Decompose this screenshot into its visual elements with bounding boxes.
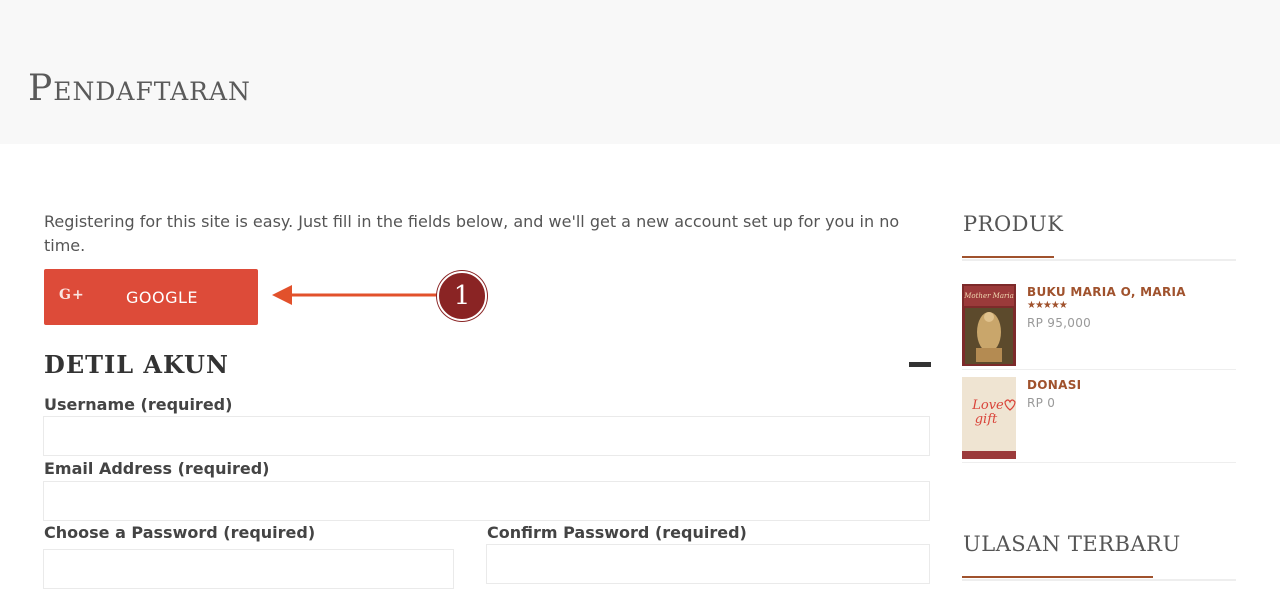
email-label: Email Address (required) xyxy=(44,459,270,478)
email-field[interactable] xyxy=(43,481,930,521)
step-number-badge: 1 xyxy=(437,271,487,321)
product-thumbnail[interactable]: Mother Maria xyxy=(962,284,1016,366)
svg-text:Mother Maria: Mother Maria xyxy=(963,292,1014,300)
svg-text:gift: gift xyxy=(975,412,998,427)
page-header: Pendaftaran xyxy=(0,0,1280,144)
sidebar-heading-reviews: ULASAN TERBARU xyxy=(963,532,1181,556)
username-label: Username (required) xyxy=(44,395,233,414)
heading-underline xyxy=(962,576,1153,578)
google-button-label: GOOGLE xyxy=(126,288,199,307)
product-name[interactable]: DONASI xyxy=(1027,378,1081,392)
product-price: RP 0 xyxy=(1027,396,1056,410)
google-login-button[interactable]: G+ GOOGLE xyxy=(44,269,258,325)
collapse-minus-icon[interactable] xyxy=(909,362,931,367)
star-rating: ★★★★★ xyxy=(1027,300,1068,311)
username-field[interactable] xyxy=(43,416,930,456)
arrow-left-icon xyxy=(272,285,438,305)
google-plus-icon: G+ xyxy=(59,287,85,303)
intro-text: Registering for this site is easy. Just … xyxy=(44,212,900,255)
product-thumbnail[interactable]: Love gift xyxy=(962,377,1016,459)
password-label: Choose a Password (required) xyxy=(44,523,316,542)
sidebar-heading-products: PRODUK xyxy=(963,212,1064,236)
password-field[interactable] xyxy=(43,549,454,589)
page-title: Pendaftaran xyxy=(28,68,251,109)
product-name[interactable]: BUKU MARIA O, MARIA xyxy=(1027,285,1186,299)
product-item[interactable]: Love gift DONASI RP 0 xyxy=(962,377,1236,463)
divider xyxy=(962,579,1236,581)
svg-text:Love: Love xyxy=(971,398,1004,413)
product-price: RP 95,000 xyxy=(1027,316,1092,330)
product-item[interactable]: Mother Maria BUKU MARIA O, MARIA ★★★★★ R… xyxy=(962,284,1236,370)
confirm-password-label: Confirm Password (required) xyxy=(487,523,747,542)
confirm-password-field[interactable] xyxy=(486,544,930,584)
section-title-account: DETIL AKUN xyxy=(44,350,229,379)
heading-underline xyxy=(962,256,1054,258)
divider xyxy=(962,259,1236,261)
